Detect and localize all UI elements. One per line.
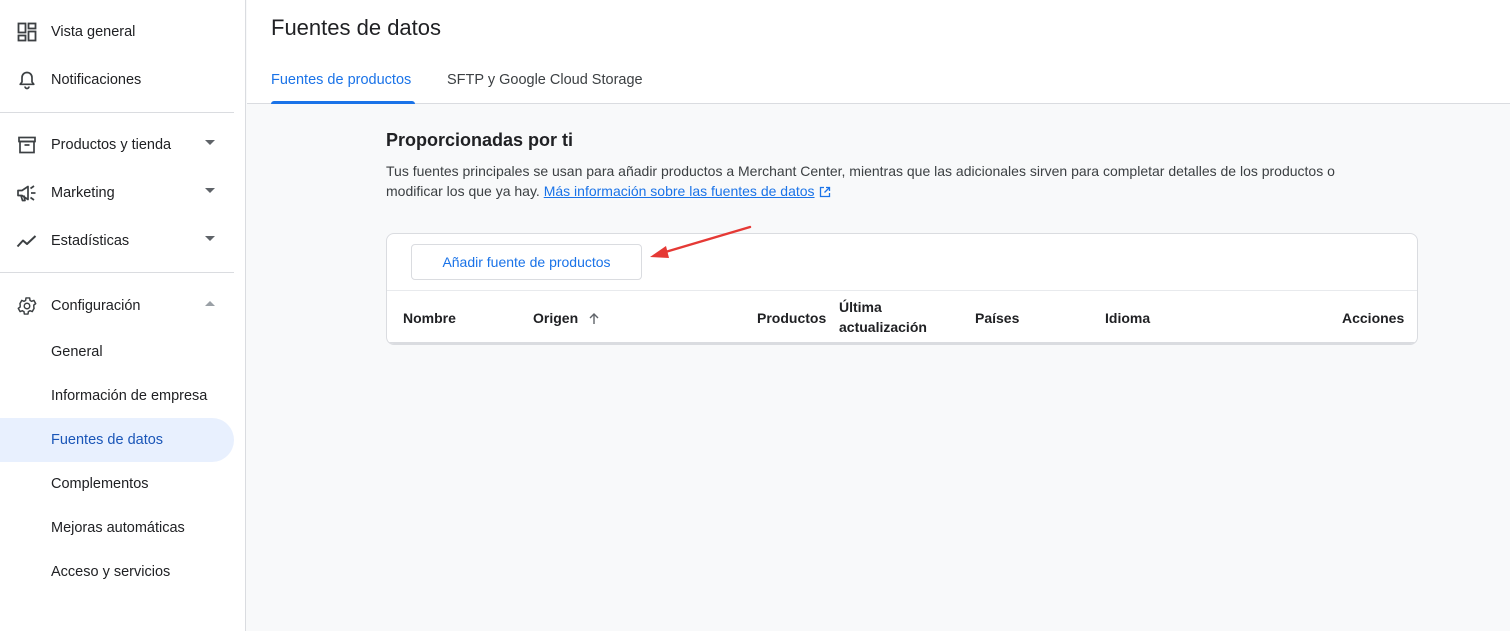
section-title: Proporcionadas por ti [386,130,574,150]
sidebar-item-label: Notificaciones [51,72,142,88]
sidebar-divider [0,272,234,273]
column-header-label-line1: Última [839,299,882,315]
sidebar-divider [0,112,234,113]
sidebar-item-general[interactable]: General [0,330,234,374]
add-product-source-button[interactable]: Añadir fuente de productos [411,244,642,280]
sidebar-item-vista-general[interactable]: Vista general [0,10,234,54]
sidebar-item-complementos[interactable]: Complementos [0,462,234,506]
bell-icon [16,69,38,91]
page-header: Fuentes de datos Fuentes de productos SF… [247,0,1510,104]
column-header-idioma[interactable]: Idioma [1105,310,1150,326]
sidebar-item-label: Vista general [51,24,136,40]
chevron-up-icon [205,301,215,306]
sidebar-item-label: Información de empresa [51,388,208,404]
sidebar-item-fuentes-datos[interactable]: Fuentes de datos [0,418,234,462]
column-header-acciones: Acciones [1342,310,1405,326]
column-header-paises[interactable]: Países [975,310,1019,326]
tab-fuentes-productos[interactable]: Fuentes de productos [271,58,415,104]
sidebar-item-label: Mejoras automáticas [51,520,185,536]
section-description: Tus fuentes principales se usan para aña… [386,161,1386,203]
table-bottom-border [387,342,1417,344]
column-header-origen[interactable]: Origen [533,310,600,326]
sidebar-item-label: Fuentes de datos [51,432,164,448]
page-title: Fuentes de datos [271,15,442,40]
sidebar-item-notificaciones[interactable]: Notificaciones [0,58,234,102]
sort-ascending-icon [589,313,599,324]
sidebar-item-informacion-empresa[interactable]: Información de empresa [0,374,234,418]
card-divider [387,290,1417,291]
tab-label: SFTP y Google Cloud Storage [447,72,643,88]
trending-icon [16,230,38,252]
sidebar-item-acceso-servicios[interactable]: Acceso y servicios [0,550,234,594]
learn-more-link[interactable]: Más información sobre las fuentes de dat… [544,183,815,199]
sidebar-item-marketing[interactable]: Marketing [0,171,234,215]
column-header-label: Origen [533,310,579,326]
column-header-label-line2: actualización [839,319,927,335]
column-header-nombre[interactable]: Nombre [403,310,456,326]
annotation-arrow-icon [650,225,752,258]
column-header-productos[interactable]: Productos [757,310,826,326]
megaphone-icon [16,182,38,204]
sidebar-item-label: General [51,344,103,360]
sidebar-item-label: Configuración [51,298,141,314]
dashboard-icon [16,21,38,43]
sidebar-item-label: Complementos [51,476,149,492]
tab-label: Fuentes de productos [271,72,412,88]
sidebar-item-productos-tienda[interactable]: Productos y tienda [0,123,234,167]
archive-icon [16,134,38,156]
column-header-ultima-actualizacion[interactable]: Última actualización [839,297,927,337]
gear-icon [16,295,38,317]
sidebar-item-mejoras-automaticas[interactable]: Mejoras automáticas [0,506,234,550]
sidebar-item-label: Productos y tienda [51,137,172,153]
tab-sftp-google-cloud[interactable]: SFTP y Google Cloud Storage [447,58,643,104]
chevron-down-icon [205,188,215,193]
sidebar: Vista general Notificaciones Productos y… [0,0,246,631]
external-link-icon [819,183,831,203]
description-text: Tus fuentes principales se usan para aña… [386,163,1335,199]
data-sources-table: Añadir fuente de productos Nombre Origen… [386,233,1418,345]
chevron-down-icon [205,236,215,241]
sidebar-item-label: Acceso y servicios [51,564,171,580]
sidebar-item-estadisticas[interactable]: Estadísticas [0,219,234,263]
sidebar-item-label: Estadísticas [51,233,130,249]
chevron-down-icon [205,140,215,145]
learn-more-link-text: Más información sobre las fuentes de dat… [543,183,815,199]
sidebar-item-configuracion[interactable]: Configuración [0,284,234,328]
sidebar-item-label: Marketing [51,185,115,201]
